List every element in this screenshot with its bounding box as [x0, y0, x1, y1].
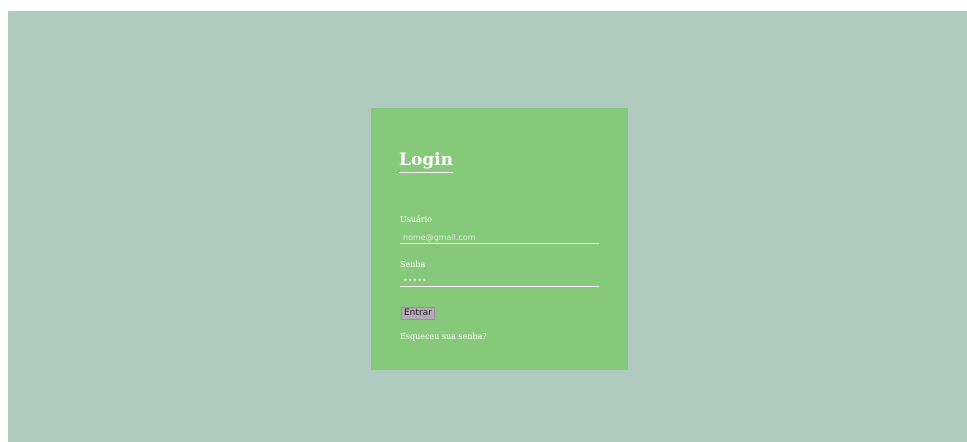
- user-email-input[interactable]: [400, 231, 599, 244]
- forgot-password-link[interactable]: Esqueceu sua senha?: [400, 332, 487, 342]
- login-button[interactable]: Entrar: [401, 307, 435, 320]
- login-title: Login: [399, 150, 453, 173]
- password-input[interactable]: [400, 274, 599, 287]
- user-label: Usuário: [400, 215, 432, 224]
- password-label: Senha: [400, 260, 426, 269]
- login-card: Login Usuário Senha Entrar Esqueceu sua …: [371, 108, 628, 370]
- page-background: Login Usuário Senha Entrar Esqueceu sua …: [8, 11, 967, 442]
